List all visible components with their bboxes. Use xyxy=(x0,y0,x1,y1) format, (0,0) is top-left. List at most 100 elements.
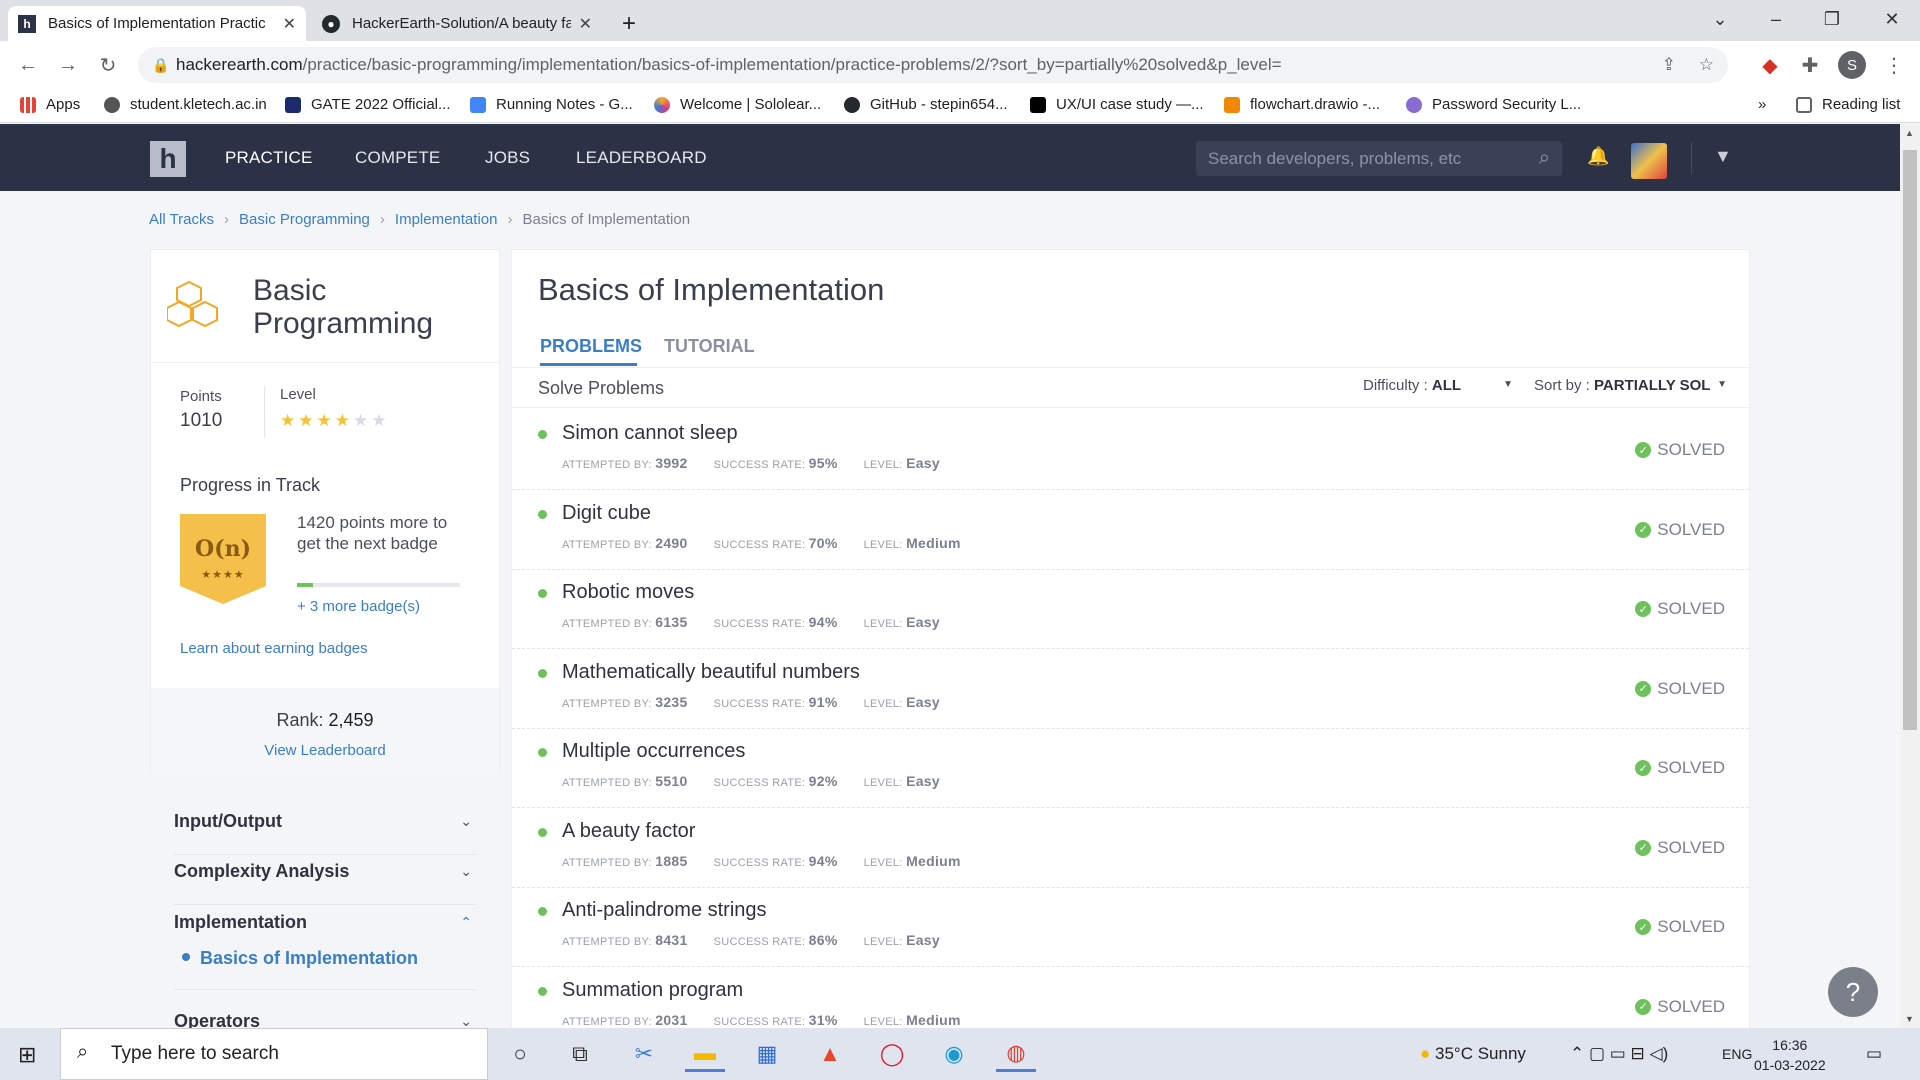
weather-widget[interactable]: ● 35°C Sunny xyxy=(1420,1044,1526,1064)
check-circle-icon: ✓ xyxy=(1635,998,1652,1015)
problem-title[interactable]: Summation program xyxy=(562,979,743,1002)
taskbar-search-input[interactable]: ⌕ Type here to search xyxy=(60,1028,488,1080)
menu-complexity-analysis[interactable]: Complexity Analysis ⌄ xyxy=(174,855,476,905)
forward-icon[interactable]: → xyxy=(54,51,82,79)
more-badges-link[interactable]: + 3 more badge(s) xyxy=(297,598,420,615)
tab-search-icon[interactable]: ⌄ xyxy=(1692,0,1748,38)
difficulty-dropdown[interactable]: Difficulty : ALL ▼ xyxy=(1363,377,1513,394)
problem-title[interactable]: Mathematically beautiful numbers xyxy=(562,661,860,684)
nav-jobs[interactable]: JOBS xyxy=(485,148,530,168)
cortana-icon[interactable]: ○ xyxy=(500,1036,540,1072)
bookmark-sololearn[interactable]: Welcome | Sololear... xyxy=(654,96,821,113)
bookmark-password[interactable]: Password Security L... xyxy=(1406,96,1581,113)
chrome-icon[interactable]: ◍ xyxy=(996,1036,1036,1072)
notification-bell-icon[interactable]: 🔔 xyxy=(1587,146,1609,166)
breadcrumb-basic-programming[interactable]: Basic Programming xyxy=(239,211,370,228)
reading-list-button[interactable]: Reading list xyxy=(1796,96,1900,113)
opera-icon[interactable]: ◯ xyxy=(872,1036,912,1072)
tab-problems[interactable]: PROBLEMS xyxy=(540,336,642,357)
menu-basics-of-implementation[interactable]: Basics of Implementation xyxy=(174,948,418,969)
site-navbar: h PRACTICE COMPETE JOBS LEADERBOARD Sear… xyxy=(0,124,1900,191)
tab-tutorial[interactable]: TUTORIAL xyxy=(664,336,755,357)
browser-tab-hackerearth[interactable]: h Basics of Implementation Practic ✕ xyxy=(8,6,306,41)
problem-title[interactable]: Digit cube xyxy=(562,502,651,525)
bookmark-drawio[interactable]: flowchart.drawio -... xyxy=(1224,96,1380,113)
rank-text: Rank: 2,459 xyxy=(276,710,374,730)
sort-dropdown[interactable]: Sort by : PARTIALLY SOL ▼ xyxy=(1534,377,1729,394)
minimize-icon[interactable]: – xyxy=(1748,0,1804,38)
nav-leaderboard[interactable]: LEADERBOARD xyxy=(576,148,707,168)
notifications-icon[interactable]: ▭ xyxy=(1866,1044,1882,1064)
page-scrollbar[interactable]: ▲ ▼ xyxy=(1900,124,1920,1028)
bookmark-gate[interactable]: GATE 2022 Official... xyxy=(285,96,451,113)
solve-problems-label: Solve Problems xyxy=(538,378,665,398)
chevron-down-icon: ⌄ xyxy=(460,863,472,879)
task-view-icon[interactable]: ⧉ xyxy=(560,1036,600,1072)
breadcrumb-implementation[interactable]: Implementation xyxy=(395,211,498,228)
back-icon[interactable]: ← xyxy=(14,51,42,79)
tray-icons[interactable]: ⌃ ▢ ▭ ⊟ ◁) xyxy=(1570,1044,1668,1064)
close-window-icon[interactable]: ✕ xyxy=(1864,0,1920,38)
reload-icon[interactable]: ↻ xyxy=(94,51,122,79)
problem-title[interactable]: Robotic moves xyxy=(562,581,694,604)
star-icon: ★ xyxy=(353,411,372,430)
user-avatar[interactable] xyxy=(1631,143,1667,179)
file-explorer-icon[interactable]: ▬ xyxy=(685,1036,725,1072)
new-tab-button[interactable]: + xyxy=(612,6,652,41)
learn-badges-link[interactable]: Learn about earning badges xyxy=(180,640,368,657)
check-circle-icon: ✓ xyxy=(1635,521,1652,538)
problem-row[interactable]: Robotic moves ATTEMPTED BY: 6135 SUCCESS R… xyxy=(512,569,1749,649)
close-tab-icon[interactable]: ✕ xyxy=(283,14,296,34)
bookmark-github[interactable]: GitHub - stepin654... xyxy=(844,96,1008,113)
snipping-tool-icon[interactable]: ✂ xyxy=(624,1036,664,1072)
breadcrumb-separator: › xyxy=(507,211,513,228)
cubes-icon xyxy=(166,278,227,330)
view-leaderboard-link[interactable]: View Leaderboard xyxy=(151,742,499,759)
solved-status: ✓ SOLVED xyxy=(1635,440,1725,460)
scrollbar-thumb[interactable] xyxy=(1903,150,1917,730)
extensions-puzzle-icon[interactable]: ✚ xyxy=(1796,51,1824,79)
matlab-icon[interactable]: ▲ xyxy=(810,1036,850,1072)
bookmark-kletech[interactable]: student.kletech.ac.in xyxy=(104,96,267,113)
problem-row[interactable]: Mathematically beautiful numbers ATTEMPTE… xyxy=(512,649,1749,729)
hackerearth-logo[interactable]: h xyxy=(150,141,186,177)
problem-title[interactable]: Anti-palindrome strings xyxy=(562,899,767,922)
nav-practice[interactable]: PRACTICE xyxy=(225,148,313,168)
store-icon[interactable]: ▦ xyxy=(747,1036,787,1072)
problem-row[interactable]: Anti-palindrome strings ATTEMPTED BY: 843… xyxy=(512,887,1749,967)
breadcrumb-all-tracks[interactable]: All Tracks xyxy=(149,211,214,228)
bookmark-star-icon[interactable]: ☆ xyxy=(1699,55,1714,75)
restore-icon[interactable]: ❐ xyxy=(1804,0,1860,38)
windows-start-icon[interactable]: ⊞ xyxy=(18,1042,36,1068)
share-icon[interactable]: ⇪ xyxy=(1662,55,1676,75)
extension-shield-icon[interactable]: ◆ xyxy=(1756,51,1784,79)
profile-avatar[interactable]: S xyxy=(1838,51,1866,79)
url-input[interactable]: 🔒 hackerearth.com/practice/basic-program… xyxy=(138,47,1728,83)
problem-row[interactable]: Multiple occurrences ATTEMPTED BY: 5510 SU… xyxy=(512,728,1749,808)
problem-row[interactable]: Digit cube ATTEMPTED BY: 2490 SUCCESS RATE… xyxy=(512,490,1749,570)
site-search-input[interactable]: Search developers, problems, etc ⌕ xyxy=(1196,141,1562,176)
nav-compete[interactable]: COMPETE xyxy=(355,148,440,168)
search-icon[interactable]: ⌕ xyxy=(1539,147,1550,170)
help-icon[interactable]: ? xyxy=(1828,967,1878,1017)
bookmark-uxui[interactable]: UX/UI case study —... xyxy=(1030,96,1204,113)
problem-title[interactable]: Simon cannot sleep xyxy=(562,422,738,445)
problem-title[interactable]: Multiple occurrences xyxy=(562,740,745,763)
tab-title: HackerEarth-Solution/A beauty fa xyxy=(352,15,571,32)
clock[interactable]: 16:36 01-03-2022 xyxy=(1754,1035,1826,1075)
language-indicator[interactable]: ENG xyxy=(1722,1046,1752,1062)
browser-tab-github[interactable]: ● HackerEarth-Solution/A beauty fa ✕ xyxy=(312,6,602,41)
sololearn-icon xyxy=(654,96,670,113)
problem-row[interactable]: A beauty factor ATTEMPTED BY: 1885 SUCCESS… xyxy=(512,808,1749,888)
menu-input-output[interactable]: Input/Output ⌄ xyxy=(174,805,476,855)
problem-title[interactable]: A beauty factor xyxy=(562,820,695,843)
bookmark-running-notes[interactable]: Running Notes - G... xyxy=(470,96,633,113)
chevron-down-icon[interactable]: ▼ xyxy=(1714,146,1732,167)
close-tab-icon[interactable]: ✕ xyxy=(579,14,592,34)
more-bookmarks-button[interactable]: » xyxy=(1758,96,1766,113)
divider xyxy=(174,989,476,990)
edge-icon[interactable]: ◉ xyxy=(934,1036,974,1072)
problem-row[interactable]: Simon cannot sleep ATTEMPTED BY: 3992 SUCC… xyxy=(512,410,1749,490)
browser-menu-icon[interactable]: ⋮ xyxy=(1880,51,1908,79)
bookmark-apps[interactable]: Apps xyxy=(20,96,80,113)
